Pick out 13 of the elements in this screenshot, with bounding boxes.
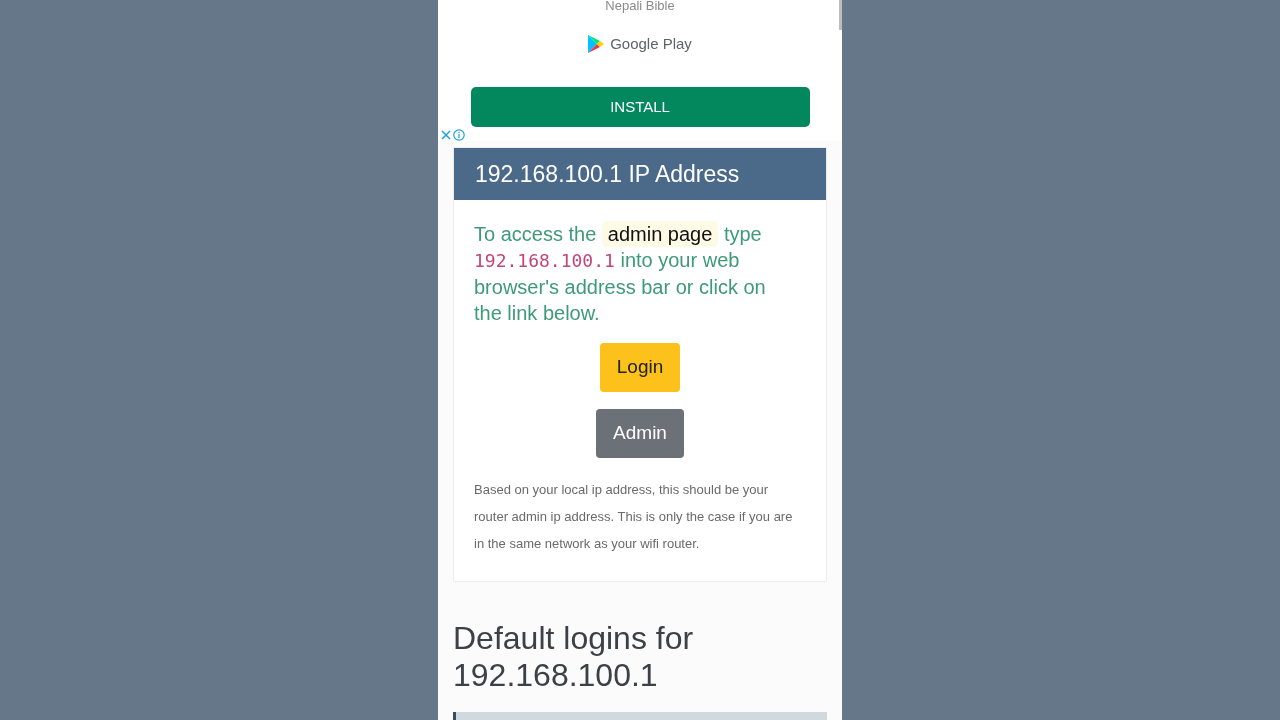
play-triangle-logo-icon: [588, 35, 605, 53]
note-paragraph: Based on your local ip address, this should be your router admin ip address. This is only the case if you are in the same network as your wifi router.: [474, 481, 794, 553]
card-title: 192.168.100.1 IP Address: [475, 159, 740, 189]
admin-button[interactable]: Admin: [596, 409, 684, 458]
install-button[interactable]: INSTALL: [470, 87, 810, 127]
section-heading: Default logins for 192.168.100.1: [453, 620, 695, 694]
info-icon[interactable]: [453, 129, 465, 141]
store-name: Google Play: [610, 35, 692, 53]
scrollbar-thumb: [839, 0, 842, 30]
intro-paragraph: To access the admin page type 192.168.100.1 into your web browser's address bar or click on the link below.: [474, 221, 767, 326]
app-name: Nepali Bible: [605, 0, 675, 14]
login-button[interactable]: Login: [599, 343, 681, 392]
close-icon[interactable]: [441, 130, 451, 140]
